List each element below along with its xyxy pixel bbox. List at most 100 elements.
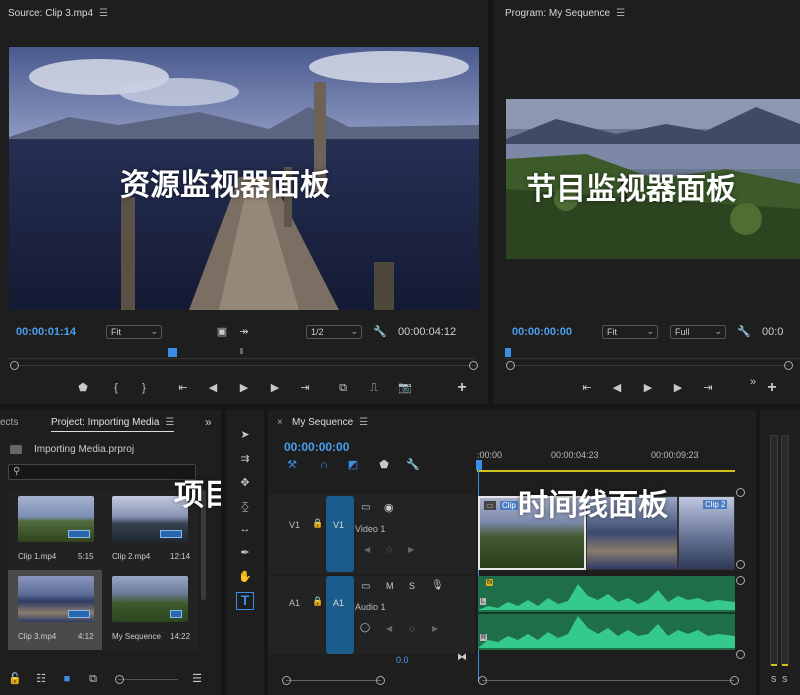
list-view-icon[interactable]: ☷	[34, 672, 48, 686]
step-back-icon[interactable]: ◀	[206, 381, 220, 395]
more-icon[interactable]: »	[746, 375, 760, 389]
panel-menu-icon[interactable]: ☰	[99, 8, 108, 19]
hand-tool-icon[interactable]: ✋	[238, 570, 252, 584]
audio-clip[interactable]: fx L R	[478, 576, 735, 650]
keyframe-add-icon[interactable]: ◇	[409, 624, 415, 633]
nest-icon[interactable]: ⚒	[285, 458, 299, 472]
snap-icon[interactable]: ∩	[317, 458, 331, 472]
freeform-view-icon[interactable]: ⧉	[86, 672, 100, 686]
horizontal-scroll-handle[interactable]	[376, 676, 385, 685]
scroll-handle-left[interactable]	[506, 361, 515, 370]
mark-out-icon[interactable]: }	[137, 381, 151, 395]
insert-icon[interactable]: ↠	[237, 325, 251, 339]
icon-view-icon[interactable]: ■	[60, 672, 74, 686]
zoom-scroll-handle[interactable]	[478, 676, 487, 685]
tab-sequence[interactable]: My Sequence ☰	[292, 417, 368, 428]
keyframe-next-icon[interactable]: ▶	[432, 624, 438, 633]
more-panels-icon[interactable]: »	[205, 415, 212, 429]
program-playhead[interactable]	[505, 348, 511, 357]
pen-tool-icon[interactable]: ✒	[238, 546, 252, 560]
sync-icon[interactable]: ▭	[361, 581, 370, 592]
keyframe-prev-icon[interactable]: ◀	[386, 624, 392, 633]
mark-in-icon[interactable]: {	[109, 381, 123, 395]
timeline-timecode[interactable]: 00:00:00:00	[284, 440, 349, 454]
solo-button[interactable]: S	[409, 581, 415, 591]
safe-margins-icon[interactable]: ▣	[215, 325, 229, 339]
overwrite-icon[interactable]: ⎍	[367, 381, 381, 395]
step-back-icon[interactable]: ◀	[610, 381, 624, 395]
insert-clip-icon[interactable]: ⧉	[336, 381, 350, 395]
track-select-icon[interactable]: ⇉	[238, 452, 252, 466]
step-forward-icon[interactable]: ▶	[671, 381, 685, 395]
scroll-handle-right[interactable]	[469, 361, 478, 370]
panel-menu-icon[interactable]: ☰	[616, 8, 625, 19]
camera-icon[interactable]: 📷	[398, 381, 412, 395]
type-tool-icon[interactable]: T	[236, 592, 254, 610]
keyframe-next-icon[interactable]: ▶	[408, 545, 414, 554]
program-quality-dropdown[interactable]: Full ⌄	[670, 325, 726, 339]
lock-icon[interactable]: 🔒	[312, 518, 323, 529]
vertical-scroll-handle[interactable]	[736, 650, 745, 659]
keyframe-prev-icon[interactable]: ◀	[364, 545, 370, 554]
volume-knob-icon[interactable]: ◯	[360, 622, 370, 633]
source-timecode-in[interactable]: 00:00:01:14	[16, 326, 76, 338]
sort-icon[interactable]: ☰	[190, 672, 204, 686]
panel-menu-icon[interactable]: ☰	[165, 417, 174, 428]
list-item[interactable]: Clip 3.mp4 4:12	[8, 570, 102, 650]
source-fit-dropdown[interactable]: Fit ⌄	[106, 325, 162, 339]
microphone-icon[interactable]: 🎙	[431, 580, 444, 591]
zoom-scrollbar[interactable]	[482, 680, 734, 681]
track-target-v1[interactable]: V1	[326, 496, 354, 572]
list-item[interactable]: My Sequence 14:22	[102, 570, 198, 650]
tab-project[interactable]: Project: Importing Media ☰	[51, 417, 175, 432]
panel-menu-icon[interactable]: ☰	[359, 417, 368, 428]
program-scrollbar[interactable]	[510, 365, 790, 366]
timeline-ruler[interactable]: :00:00 00:00:04:23 00:00:09:23	[477, 446, 735, 472]
go-to-out-icon[interactable]: ⇥	[298, 381, 312, 395]
keyframe-add-icon[interactable]: ◇	[386, 545, 392, 554]
zoom-scroll-handle[interactable]	[730, 676, 739, 685]
scroll-handle-left[interactable]	[10, 361, 19, 370]
source-monitor-title[interactable]: Source: Clip 3.mp4 ☰	[8, 8, 108, 19]
master-volume-value[interactable]: 0.0	[396, 655, 409, 665]
source-resolution-dropdown[interactable]: 1/2 ⌄	[306, 325, 362, 339]
solo-right-button[interactable]: S	[782, 675, 787, 684]
track-target-a1[interactable]: A1	[326, 576, 354, 654]
go-to-out-icon[interactable]: ⇥	[701, 381, 715, 395]
source-playhead[interactable]	[168, 348, 177, 357]
horizontal-scrollbar[interactable]	[286, 680, 381, 681]
vertical-scroll-handle[interactable]	[736, 488, 745, 497]
search-input[interactable]: ⚲	[8, 464, 196, 480]
program-time-ruler[interactable]	[505, 345, 800, 359]
marker-nav-icon[interactable]: ⧓	[457, 652, 467, 663]
go-to-in-icon[interactable]: ⇤	[580, 381, 594, 395]
program-monitor-title[interactable]: Program: My Sequence ☰	[505, 8, 625, 19]
slip-tool-icon[interactable]: ↔	[238, 522, 252, 536]
vertical-scroll-handle[interactable]	[736, 560, 745, 569]
video-clip-3[interactable]: Clip 2	[678, 496, 735, 570]
wrench-icon[interactable]: 🔧	[406, 458, 420, 472]
program-fit-dropdown[interactable]: Fit ⌄	[602, 325, 658, 339]
horizontal-scroll-handle[interactable]	[282, 676, 291, 685]
eye-icon[interactable]: ◉	[384, 501, 394, 514]
scroll-handle-right[interactable]	[784, 361, 793, 370]
wrench-icon[interactable]: 🔧	[737, 325, 751, 339]
zoom-slider-handle[interactable]	[115, 675, 124, 684]
source-scrollbar[interactable]	[14, 365, 476, 366]
linked-selection-icon[interactable]: ◩	[346, 458, 360, 472]
timeline-playhead-marker[interactable]	[476, 460, 482, 470]
list-item[interactable]: Clip 1.mp4 5:15	[8, 490, 102, 570]
film-icon[interactable]: ▭	[361, 502, 370, 513]
tab-prev[interactable]: ects	[0, 417, 18, 428]
ripple-edit-icon[interactable]: ✥	[238, 476, 252, 490]
step-forward-icon[interactable]: ▶	[268, 381, 282, 395]
add-button-icon[interactable]: +	[765, 380, 779, 396]
add-marker-icon[interactable]: ⬟	[377, 458, 391, 472]
go-to-in-icon[interactable]: ⇤	[176, 381, 190, 395]
zoom-slider[interactable]	[118, 679, 178, 680]
play-icon[interactable]: ▶	[237, 381, 251, 395]
add-button-icon[interactable]: +	[455, 380, 469, 396]
razor-icon[interactable]: ⧰	[238, 500, 252, 514]
wrench-icon[interactable]: 🔧	[373, 325, 387, 339]
vertical-scroll-handle[interactable]	[736, 576, 745, 585]
